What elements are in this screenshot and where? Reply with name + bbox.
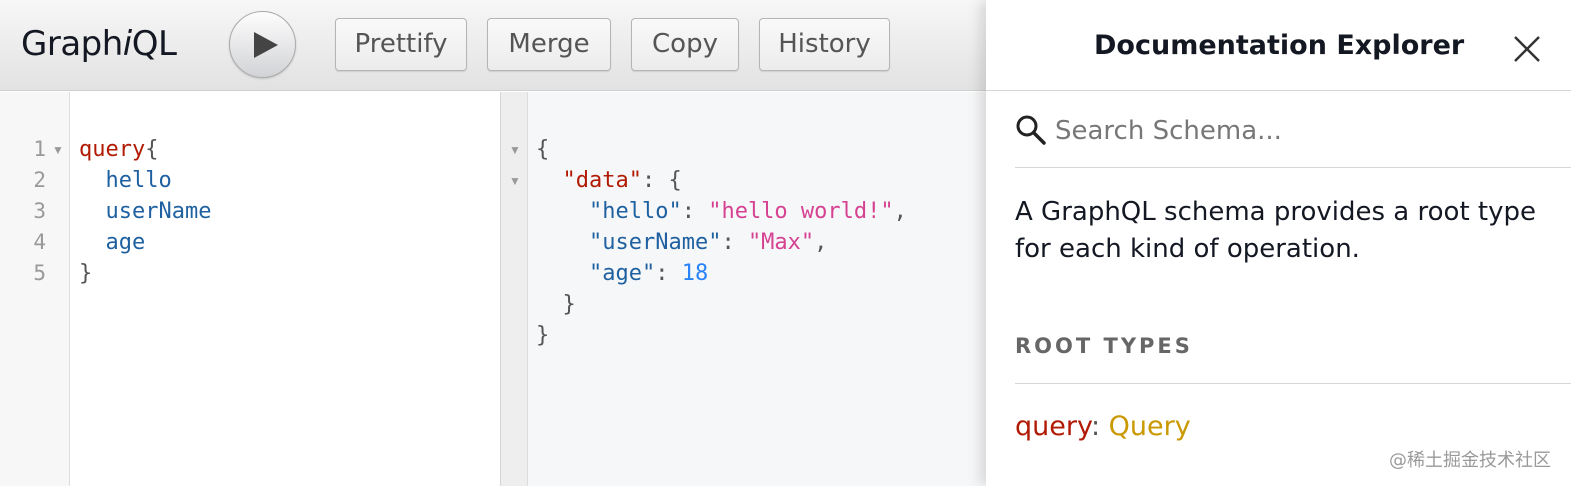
code-line: userName <box>79 196 212 227</box>
fold-triangle-icon[interactable]: ▼ <box>52 143 64 157</box>
logo-text-suffix: QL <box>131 24 177 64</box>
json-string-value: "hello world!" <box>708 199 894 224</box>
json-comma: , <box>893 199 907 224</box>
open-brace: { <box>145 137 159 162</box>
query-editor[interactable]: 1 2 3 4 5 ▼ query{ hello userName age } <box>0 92 500 486</box>
json-colon: : <box>721 230 748 255</box>
line-number: 4 <box>33 230 46 254</box>
search-icon <box>1016 115 1046 145</box>
close-brace: } <box>79 261 93 286</box>
json-key: "userName" <box>588 230 722 255</box>
code-line: age <box>79 227 211 258</box>
json-open-brace: { <box>536 137 550 162</box>
code-line: "hello": "hello world!", <box>536 196 907 227</box>
watermark: @稀土掘金技术社区 <box>1389 450 1551 471</box>
line-number: 3 <box>33 199 46 223</box>
json-punctuation: : { <box>641 168 682 193</box>
graphiql-logo: GraphiQL <box>21 24 177 64</box>
prettify-button[interactable]: Prettify <box>335 18 467 71</box>
line-number: 1 <box>33 137 46 161</box>
code-line: { <box>536 134 907 165</box>
docs-title: Documentation Explorer <box>1094 30 1465 61</box>
search-schema-input[interactable] <box>1055 112 1555 150</box>
copy-button[interactable]: Copy <box>631 18 739 71</box>
query-field: age <box>105 230 146 255</box>
json-key-data: "data" <box>562 168 642 193</box>
toolbar: GraphiQL Prettify Merge Copy History <box>0 0 986 91</box>
root-types-heading: ROOT TYPES <box>1015 334 1571 384</box>
query-field: hello <box>105 168 172 193</box>
json-string-value: "Max" <box>747 230 815 255</box>
root-type-entry: query: Query <box>1015 411 1191 442</box>
code-line: query{ <box>79 134 211 165</box>
close-icon <box>1514 36 1540 62</box>
json-key: "age" <box>588 261 656 286</box>
root-field-name: query <box>1015 411 1091 442</box>
close-docs-button[interactable] <box>1512 34 1542 64</box>
merge-button[interactable]: Merge <box>487 18 611 71</box>
json-number-value: 18 <box>681 261 709 286</box>
code-line: } <box>536 320 907 351</box>
play-icon <box>254 32 278 58</box>
root-type-link[interactable]: Query <box>1109 411 1191 442</box>
fold-triangle-icon[interactable]: ▼ <box>509 143 521 157</box>
root-colon: : <box>1090 411 1109 442</box>
json-comma: , <box>814 230 828 255</box>
graphiql-app: GraphiQL Prettify Merge Copy History 1 2… <box>0 0 986 486</box>
logo-text-prefix: Graph <box>21 24 123 64</box>
line-number: 2 <box>33 168 46 192</box>
editor-gutter: 1 2 3 4 5 ▼ <box>0 92 70 486</box>
documentation-explorer: Documentation Explorer A GraphQL schema … <box>986 0 1571 486</box>
result-json: { "data": { "hello": "hello world!", "us… <box>536 134 907 351</box>
result-gutter: ▼ ▼ <box>501 92 528 486</box>
result-viewer: ▼ ▼ { "data": { "hello": "hello world!",… <box>501 92 986 486</box>
json-key: "hello" <box>588 199 682 224</box>
code-line: } <box>536 289 907 320</box>
code-line: "userName": "Max", <box>536 227 907 258</box>
history-button[interactable]: History <box>759 18 890 71</box>
json-colon: : <box>655 261 682 286</box>
line-number: 5 <box>33 261 46 285</box>
code-line: } <box>79 258 211 289</box>
json-colon: : <box>681 199 709 224</box>
docs-header: Documentation Explorer <box>986 0 1571 91</box>
schema-description: A GraphQL schema provides a root type fo… <box>1015 197 1536 264</box>
code-line: "age": 18 <box>536 258 907 289</box>
code-line: "data": { <box>536 165 907 196</box>
fold-triangle-icon[interactable]: ▼ <box>509 174 521 188</box>
query-code[interactable]: query{ hello userName age } <box>79 134 211 289</box>
query-field: userName <box>105 199 212 224</box>
line-numbers: 1 2 3 4 5 <box>0 134 46 289</box>
code-line: hello <box>79 165 211 196</box>
json-inner-close-brace: } <box>562 292 576 317</box>
execute-query-button[interactable] <box>229 11 296 78</box>
logo-text-italic: i <box>122 24 132 64</box>
json-outer-close-brace: } <box>536 323 550 348</box>
query-keyword: query <box>79 137 146 162</box>
schema-search <box>1015 104 1571 168</box>
